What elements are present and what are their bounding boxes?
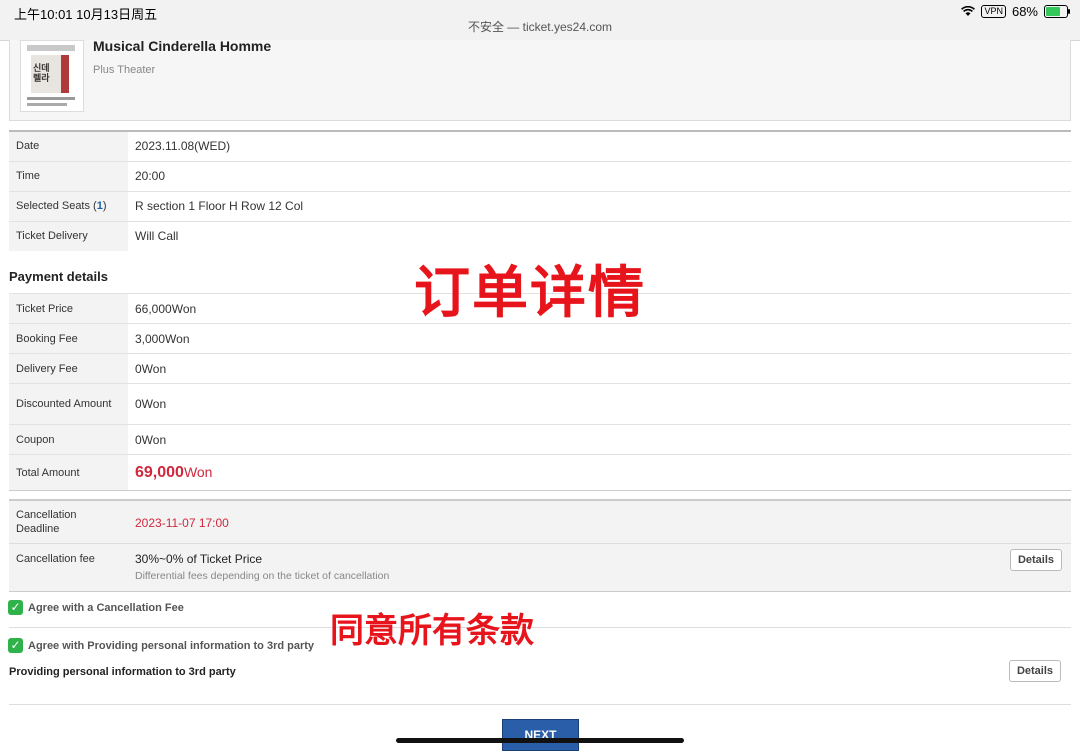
- show-poster: 신데 렐라: [20, 40, 84, 112]
- battery-icon: [1044, 5, 1070, 18]
- date-value: 2023.11.08(WED): [128, 130, 1071, 161]
- show-venue: Plus Theater: [93, 64, 156, 76]
- cancellation-deadline-row: Cancellation Deadline 2023-11-07 17:00: [9, 501, 1071, 544]
- vpn-badge: VPN: [981, 5, 1006, 18]
- cancellation-fee-value: 30%~0% of Ticket Price: [135, 552, 263, 566]
- table-row: Coupon 0Won: [9, 424, 1071, 455]
- checkbox-checked-icon[interactable]: ✓: [8, 638, 23, 653]
- cancellation-deadline-value: 2023-11-07 17:00: [135, 516, 229, 530]
- cancellation-fee-row: Cancellation fee 30%~0% of Ticket Price …: [9, 544, 1071, 590]
- cancellation-fee-note: Differential fees depending on the ticke…: [135, 570, 390, 582]
- table-row: Discounted Amount 0Won: [9, 383, 1071, 425]
- cancellation-fee-label: Cancellation fee: [16, 553, 95, 565]
- payment-details-heading: Payment details: [9, 269, 108, 284]
- divider: [9, 704, 1071, 705]
- third-party-title: Providing personal information to 3rd pa…: [9, 666, 236, 678]
- seats-value: R section 1 Floor H Row 12 Col: [128, 190, 1071, 221]
- agree-third-party[interactable]: ✓ Agree with Providing personal informat…: [8, 638, 314, 653]
- table-row: Delivery Fee 0Won: [9, 353, 1071, 384]
- booking-fee-label: Booking Fee: [9, 323, 128, 354]
- total-amount-label: Total Amount: [9, 454, 128, 491]
- show-title: Musical Cinderella Homme: [93, 38, 272, 54]
- table-row: Total Amount 69,000Won: [9, 454, 1071, 491]
- third-party-details-button[interactable]: Details: [1009, 660, 1061, 682]
- divider: [9, 627, 1071, 628]
- order-details-annotation: 订单详情: [414, 261, 646, 326]
- agree-cancel-fee-label: Agree with a Cancellation Fee: [28, 601, 184, 614]
- table-row: Time 20:00: [9, 160, 1071, 191]
- time-label: Time: [9, 160, 128, 191]
- checkbox-checked-icon[interactable]: ✓: [8, 600, 23, 615]
- time-value: 20:00: [128, 160, 1071, 191]
- discounted-amount-value: 0Won: [128, 383, 1071, 425]
- agree-cancel-fee[interactable]: ✓ Agree with a Cancellation Fee: [8, 600, 184, 615]
- battery-percent: 68%: [1011, 4, 1038, 19]
- cancellation-details-button[interactable]: Details: [1010, 549, 1062, 571]
- delivery-fee-label: Delivery Fee: [9, 353, 128, 384]
- table-row: Selected Seats (1) R section 1 Floor H R…: [9, 190, 1071, 221]
- poster-title: 신데 렐라: [33, 63, 50, 83]
- cancellation-deadline-label: Cancellation Deadline: [16, 509, 77, 535]
- date-label: Date: [9, 130, 128, 161]
- delivery-value: Will Call: [128, 220, 1071, 251]
- show-summary: 신데 렐라 Musical Cinderella Homme Plus Thea…: [9, 38, 1071, 121]
- home-indicator[interactable]: [396, 738, 684, 743]
- discounted-amount-label: Discounted Amount: [9, 383, 128, 425]
- coupon-label: Coupon: [9, 424, 128, 455]
- ticket-price-label: Ticket Price: [9, 293, 128, 324]
- delivery-fee-value: 0Won: [128, 353, 1071, 384]
- cancellation-section: Cancellation Deadline 2023-11-07 17:00 C…: [9, 499, 1071, 592]
- coupon-value: 0Won: [128, 424, 1071, 455]
- address-bar[interactable]: 不安全 — ticket.yes24.com: [0, 18, 1080, 35]
- seats-label: Selected Seats (1): [9, 190, 128, 221]
- booking-info-table: Date 2023.11.08(WED) Time 20:00 Selected…: [9, 130, 1071, 251]
- agree-all-annotation: 同意所有条款: [330, 611, 534, 651]
- table-row: Date 2023.11.08(WED): [9, 130, 1071, 161]
- agree-third-party-label: Agree with Providing personal informatio…: [28, 639, 315, 652]
- wifi-icon: [961, 6, 976, 16]
- delivery-label: Ticket Delivery: [9, 220, 128, 251]
- status-icons: VPN 68%: [961, 4, 1070, 19]
- status-bar: 上午10:01 10月13日周五 不安全 — ticket.yes24.com …: [0, 0, 1080, 41]
- total-amount-value: 69,000Won: [128, 454, 1071, 491]
- next-button[interactable]: NEXT: [502, 719, 579, 751]
- table-row: Ticket Delivery Will Call: [9, 220, 1071, 251]
